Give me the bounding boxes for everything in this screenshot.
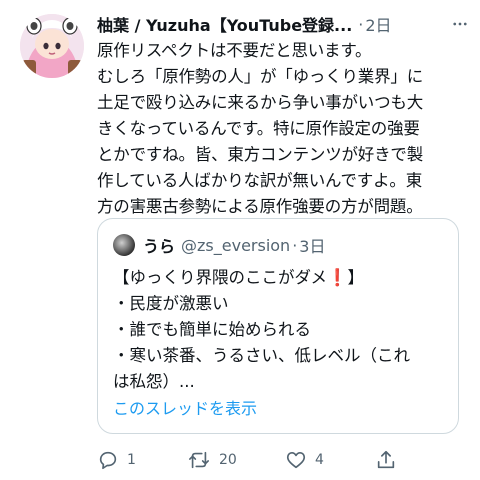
quoted-line: は私怨）... bbox=[113, 372, 195, 391]
separator-dot: · bbox=[358, 14, 364, 34]
tweet-time[interactable]: 2日 bbox=[365, 12, 391, 36]
quoted-tweet-text: 【ゆっくり界隈のここがダメ❗】 ・民度が激悪い ・誰でも簡単に始められる ・寒い… bbox=[113, 265, 448, 395]
tweet-line: 作している人ばかりな訳が無いんですよ。東 bbox=[97, 171, 423, 190]
quoted-line: ・誰でも簡単に始められる bbox=[113, 320, 311, 339]
retweet-icon bbox=[189, 451, 209, 469]
avatar-icon bbox=[20, 14, 84, 78]
quoted-tweet-header: うら @zs_eversion · 3日 bbox=[113, 233, 325, 257]
more-options-button[interactable] bbox=[450, 14, 470, 34]
tweet-line: 方の害悪古参勢による原作強要の方が問題。 bbox=[97, 197, 423, 216]
like-icon bbox=[286, 452, 306, 469]
quoted-handle: @zs_eversion bbox=[181, 235, 291, 255]
reply-icon bbox=[99, 451, 117, 470]
quoted-author-name: うら bbox=[143, 237, 176, 256]
quoted-line: 【ゆっくり界隈のここがダメ❗】 bbox=[113, 268, 365, 287]
share-button[interactable] bbox=[375, 449, 405, 471]
share-icon bbox=[377, 450, 395, 469]
tweet-line: むしろ「原作勢の人」が「ゆっくり業界」に bbox=[97, 67, 424, 86]
retweet-button[interactable]: 20 bbox=[187, 449, 285, 471]
tweet-header: 柚葉 / Yuzuha【YouTube登録... · 2日 bbox=[97, 12, 469, 36]
tweet-line: 土足で殴り込みに来るから争い事がいつも大 bbox=[97, 93, 424, 112]
tweet-line: きくなっているんです。特に原作設定の強要 bbox=[97, 119, 420, 138]
tweet-line: 原作リスペクトは不要だと思います。 bbox=[97, 41, 372, 60]
reply-button[interactable]: 1 bbox=[97, 449, 187, 471]
quoted-line: ・民度が激悪い bbox=[113, 294, 229, 313]
author-name[interactable]: 柚葉 / Yuzuha【YouTube登録... bbox=[97, 12, 352, 36]
quoted-avatar bbox=[113, 234, 135, 256]
quoted-time: 3日 bbox=[299, 237, 326, 256]
tweet-text: 原作リスペクトは不要だと思います。 むしろ「原作勢の人」が「ゆっくり業界」に 土… bbox=[97, 38, 467, 220]
quoted-tweet-card[interactable]: うら @zs_eversion · 3日 【ゆっくり界隈のここがダメ❗】 ・民度… bbox=[97, 218, 459, 434]
show-thread-link[interactable]: このスレッドを表示 bbox=[113, 395, 257, 419]
separator-dot: · bbox=[292, 235, 298, 255]
tweet-line: とかですね。皆、東方コンテンツが好きで製 bbox=[97, 145, 424, 164]
action-bar: 1 20 4 bbox=[97, 446, 427, 474]
author-avatar[interactable] bbox=[20, 14, 84, 78]
retweet-count: 20 bbox=[219, 452, 237, 468]
more-icon bbox=[453, 22, 467, 26]
like-count: 4 bbox=[315, 452, 324, 468]
like-button[interactable]: 4 bbox=[285, 449, 375, 471]
reply-count: 1 bbox=[127, 452, 136, 468]
quoted-line: ・寒い茶番、うるさい、低レベル（これ bbox=[113, 346, 410, 365]
